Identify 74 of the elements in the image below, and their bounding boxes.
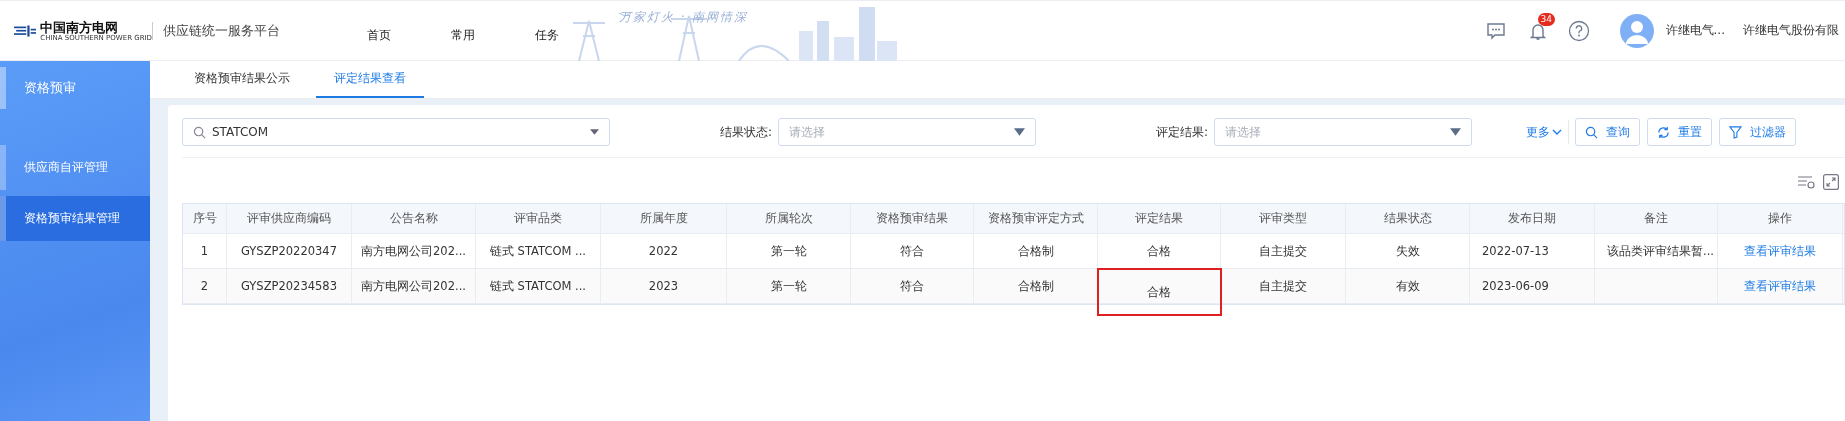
table-cell: 链式 STATCOM ... (476, 234, 601, 268)
filter-button[interactable]: 过滤器 (1719, 118, 1797, 146)
caret-icon (590, 129, 599, 135)
tab[interactable]: 资格预审结果公示 (176, 70, 308, 98)
table-cell: 自主提交 (1221, 234, 1346, 268)
caret-icon (1450, 128, 1462, 136)
table-cell: GYSZP20220347 (227, 234, 352, 268)
column-header: 备注 (1595, 204, 1718, 233)
sidebar-item[interactable]: 资格预审结果管理 (0, 196, 150, 241)
filter-label: 结果状态: (720, 123, 773, 141)
more-link[interactable]: 更多 (1526, 123, 1563, 141)
column-header: 公告名称 (352, 204, 476, 233)
table-cell: 有效 (1346, 269, 1470, 303)
table-cell: 2 (183, 269, 227, 303)
table-cell: 符合 (851, 234, 974, 268)
table-cell: 2022-07-13 (1470, 234, 1595, 268)
table-cell: 2022 (601, 234, 727, 268)
table-cell: 合格 (1098, 269, 1221, 315)
nav-link[interactable]: 首页 (367, 17, 451, 44)
select-field[interactable]: 请选择 (1214, 118, 1473, 146)
column-header: 所属年度 (601, 204, 727, 233)
column-header: 所属轮次 (727, 204, 851, 233)
table-cell: 符合 (851, 269, 974, 303)
avatar-icon[interactable] (1619, 13, 1654, 48)
table-cell: 第一轮 (727, 269, 851, 303)
search-icon (193, 125, 206, 139)
table-cell: 1 (183, 234, 227, 268)
table-cell: 南方电网公司202... (352, 234, 476, 268)
column-settings-icon[interactable] (1797, 174, 1815, 190)
table-cell: 合格制 (974, 269, 1098, 303)
column-header: 资格预审评定方式 (974, 204, 1098, 233)
search-icon (1585, 125, 1599, 139)
table-cell: 链式 STATCOM ... (476, 269, 601, 303)
column-header: 评定结果 (1098, 204, 1221, 233)
company-name[interactable]: 许继电气股份有限 (1743, 22, 1839, 39)
table-cell: 2023 (601, 269, 727, 303)
table-cell: 失效 (1346, 234, 1470, 268)
column-header: 操作 (1718, 204, 1843, 233)
refresh-icon (1657, 125, 1671, 139)
caret-icon (1014, 128, 1026, 136)
column-header: 评审类型 (1221, 204, 1346, 233)
search-field[interactable]: STATCOM (182, 118, 610, 146)
table-cell: 合格 (1098, 234, 1221, 268)
nav-link[interactable]: 任务 (535, 17, 619, 44)
help-icon[interactable] (1567, 19, 1590, 42)
table-cell: 南方电网公司202... (352, 269, 476, 303)
table-cell: 自主提交 (1221, 269, 1346, 303)
table-cell: GYSZP20234583 (227, 269, 352, 303)
chevron-down-icon (1552, 129, 1563, 135)
logo-name: 中国南方电网 (40, 20, 119, 35)
notification-badge: 34 (1537, 12, 1555, 26)
platform-title: 供应链统一服务平台 (152, 21, 313, 40)
column-header: 评审供应商编码 (227, 204, 352, 233)
user-name[interactable]: 许继电气... (1665, 22, 1725, 39)
filter-icon (1729, 125, 1743, 139)
view-result-link[interactable]: 查看评审结果 (1744, 243, 1816, 259)
column-header: 评审品类 (476, 204, 601, 233)
select-field[interactable]: 请选择 (778, 118, 1037, 146)
table-cell: 第一轮 (727, 234, 851, 268)
filter-button[interactable]: 查询 (1575, 118, 1641, 146)
nav-link[interactable]: 常用 (451, 17, 535, 44)
view-result-link[interactable]: 查看评审结果 (1744, 278, 1816, 294)
fullscreen-icon[interactable] (1823, 174, 1839, 190)
table-cell: 该品类评审结果暂... (1595, 234, 1718, 268)
table-cell: 2023-06-09 (1470, 269, 1595, 303)
table-cell: 合格制 (974, 234, 1098, 268)
column-header: 序号 (183, 204, 227, 233)
column-header: 结果状态 (1346, 204, 1470, 233)
filter-label: 评定结果: (1156, 123, 1209, 141)
column-header: 发布日期 (1470, 204, 1595, 233)
banner-slogan: 万家灯火 · 南网情深 (619, 8, 749, 26)
filter-button[interactable]: 重置 (1647, 118, 1713, 146)
message-icon[interactable] (1485, 20, 1506, 41)
column-header: 资格预审结果 (851, 204, 974, 233)
